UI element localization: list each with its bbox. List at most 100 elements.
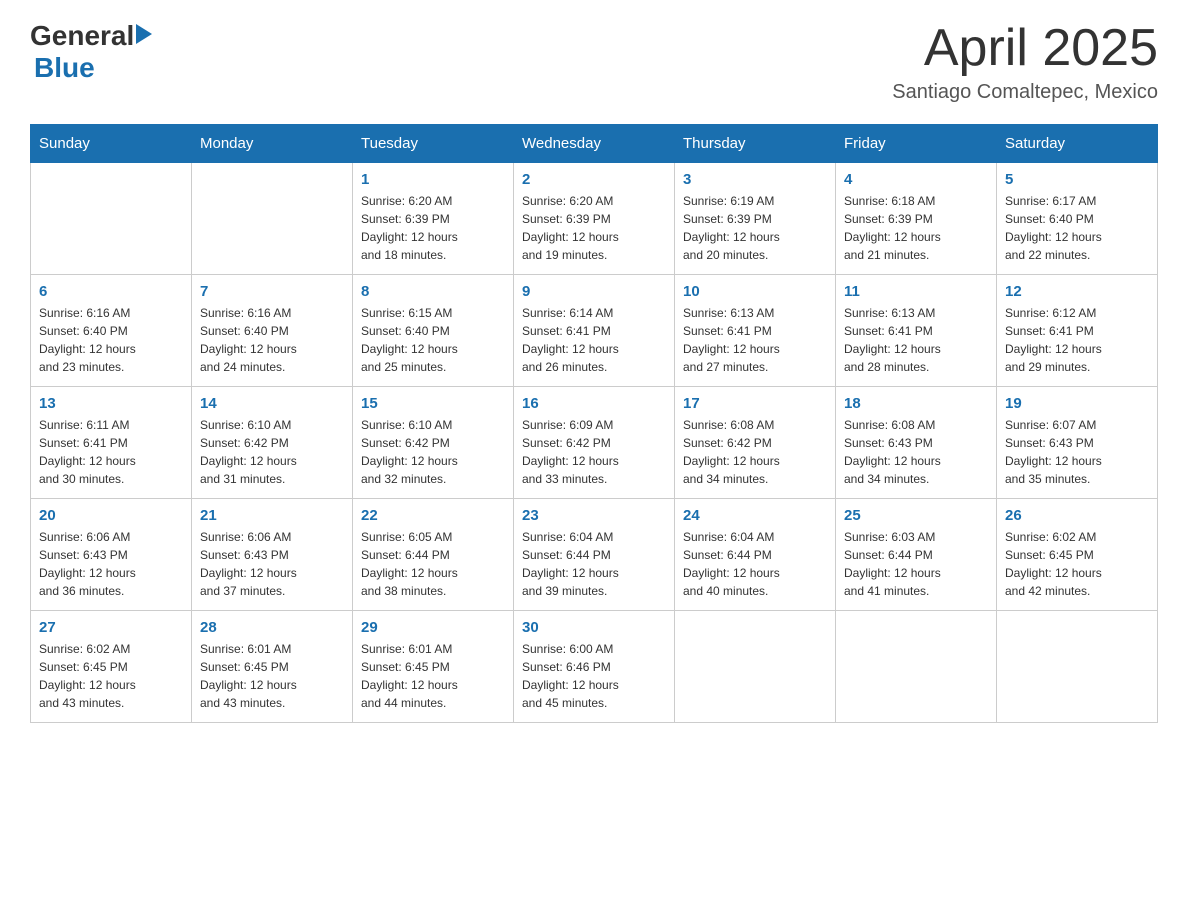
day-info: Sunrise: 6:04 AM Sunset: 6:44 PM Dayligh… <box>683 528 827 600</box>
calendar-week-5: 27 Sunrise: 6:02 AM Sunset: 6:45 PM Dayli… <box>31 611 1158 723</box>
calendar-cell: 25 Sunrise: 6:03 AM Sunset: 6:44 PM Dayli… <box>836 499 997 611</box>
day-info: Sunrise: 6:06 AM Sunset: 6:43 PM Dayligh… <box>200 528 344 600</box>
calendar-cell: 3 Sunrise: 6:19 AM Sunset: 6:39 PM Daylig… <box>675 163 836 275</box>
day-info: Sunrise: 6:06 AM Sunset: 6:43 PM Dayligh… <box>39 528 183 600</box>
calendar-header-tuesday: Tuesday <box>353 125 514 163</box>
calendar-cell: 27 Sunrise: 6:02 AM Sunset: 6:45 PM Dayli… <box>31 611 192 723</box>
month-year-title: April 2025 <box>892 20 1158 77</box>
day-info: Sunrise: 6:13 AM Sunset: 6:41 PM Dayligh… <box>844 304 988 376</box>
calendar-cell: 10Sunrise: 6:13 AM Sunset: 6:41 PM Dayli… <box>675 275 836 387</box>
title-block: April 2025 Santiago Comaltepec, Mexico <box>892 20 1158 104</box>
day-number: 28 <box>200 619 344 636</box>
day-info: Sunrise: 6:03 AM Sunset: 6:44 PM Dayligh… <box>844 528 988 600</box>
day-number: 16 <box>522 395 666 412</box>
logo-blue-text: Blue <box>34 52 95 84</box>
calendar-cell <box>31 163 192 275</box>
calendar-header-row: SundayMondayTuesdayWednesdayThursdayFrid… <box>31 125 1158 163</box>
day-info: Sunrise: 6:10 AM Sunset: 6:42 PM Dayligh… <box>361 416 505 488</box>
day-number: 10 <box>683 283 827 300</box>
day-number: 9 <box>522 283 666 300</box>
day-number: 22 <box>361 507 505 524</box>
day-info: Sunrise: 6:14 AM Sunset: 6:41 PM Dayligh… <box>522 304 666 376</box>
day-info: Sunrise: 6:08 AM Sunset: 6:43 PM Dayligh… <box>844 416 988 488</box>
calendar-cell: 12 Sunrise: 6:12 AM Sunset: 6:41 PM Dayli… <box>997 275 1158 387</box>
day-info: Sunrise: 6:11 AM Sunset: 6:41 PM Dayligh… <box>39 416 183 488</box>
calendar-cell: 20 Sunrise: 6:06 AM Sunset: 6:43 PM Dayli… <box>31 499 192 611</box>
calendar-cell: 15 Sunrise: 6:10 AM Sunset: 6:42 PM Dayli… <box>353 387 514 499</box>
calendar-header-monday: Monday <box>192 125 353 163</box>
calendar-week-4: 20 Sunrise: 6:06 AM Sunset: 6:43 PM Dayli… <box>31 499 1158 611</box>
day-number: 27 <box>39 619 183 636</box>
day-info: Sunrise: 6:16 AM Sunset: 6:40 PM Dayligh… <box>39 304 183 376</box>
day-info: Sunrise: 6:02 AM Sunset: 6:45 PM Dayligh… <box>1005 528 1149 600</box>
calendar-cell: 21Sunrise: 6:06 AM Sunset: 6:43 PM Dayli… <box>192 499 353 611</box>
day-number: 30 <box>522 619 666 636</box>
calendar-cell: 6 Sunrise: 6:16 AM Sunset: 6:40 PM Daylig… <box>31 275 192 387</box>
day-info: Sunrise: 6:15 AM Sunset: 6:40 PM Dayligh… <box>361 304 505 376</box>
page-header: General Blue April 2025 Santiago Comalte… <box>30 20 1158 104</box>
calendar-table: SundayMondayTuesdayWednesdayThursdayFrid… <box>30 124 1158 723</box>
day-info: Sunrise: 6:02 AM Sunset: 6:45 PM Dayligh… <box>39 640 183 712</box>
day-number: 20 <box>39 507 183 524</box>
calendar-cell: 28 Sunrise: 6:01 AM Sunset: 6:45 PM Dayli… <box>192 611 353 723</box>
logo-general-text: General <box>30 20 134 52</box>
calendar-cell: 17 Sunrise: 6:08 AM Sunset: 6:42 PM Dayli… <box>675 387 836 499</box>
day-number: 3 <box>683 171 827 188</box>
calendar-cell: 4Sunrise: 6:18 AM Sunset: 6:39 PM Daylig… <box>836 163 997 275</box>
day-info: Sunrise: 6:12 AM Sunset: 6:41 PM Dayligh… <box>1005 304 1149 376</box>
day-info: Sunrise: 6:05 AM Sunset: 6:44 PM Dayligh… <box>361 528 505 600</box>
calendar-cell: 23Sunrise: 6:04 AM Sunset: 6:44 PM Dayli… <box>514 499 675 611</box>
day-info: Sunrise: 6:07 AM Sunset: 6:43 PM Dayligh… <box>1005 416 1149 488</box>
day-number: 11 <box>844 283 988 300</box>
day-info: Sunrise: 6:20 AM Sunset: 6:39 PM Dayligh… <box>361 192 505 264</box>
day-number: 2 <box>522 171 666 188</box>
calendar-week-1: 1Sunrise: 6:20 AM Sunset: 6:39 PM Daylig… <box>31 163 1158 275</box>
calendar-cell: 18 Sunrise: 6:08 AM Sunset: 6:43 PM Dayli… <box>836 387 997 499</box>
day-info: Sunrise: 6:09 AM Sunset: 6:42 PM Dayligh… <box>522 416 666 488</box>
calendar-header-saturday: Saturday <box>997 125 1158 163</box>
day-number: 14 <box>200 395 344 412</box>
calendar-cell: 13 Sunrise: 6:11 AM Sunset: 6:41 PM Dayli… <box>31 387 192 499</box>
calendar-cell: 2Sunrise: 6:20 AM Sunset: 6:39 PM Daylig… <box>514 163 675 275</box>
logo: General Blue <box>30 20 152 84</box>
day-number: 4 <box>844 171 988 188</box>
calendar-cell <box>836 611 997 723</box>
day-number: 25 <box>844 507 988 524</box>
day-info: Sunrise: 6:04 AM Sunset: 6:44 PM Dayligh… <box>522 528 666 600</box>
calendar-header-friday: Friday <box>836 125 997 163</box>
calendar-cell: 29 Sunrise: 6:01 AM Sunset: 6:45 PM Dayli… <box>353 611 514 723</box>
calendar-cell: 30Sunrise: 6:00 AM Sunset: 6:46 PM Dayli… <box>514 611 675 723</box>
calendar-header-wednesday: Wednesday <box>514 125 675 163</box>
day-number: 29 <box>361 619 505 636</box>
calendar-cell: 5Sunrise: 6:17 AM Sunset: 6:40 PM Daylig… <box>997 163 1158 275</box>
calendar-header-thursday: Thursday <box>675 125 836 163</box>
day-number: 6 <box>39 283 183 300</box>
calendar-cell: 11 Sunrise: 6:13 AM Sunset: 6:41 PM Dayli… <box>836 275 997 387</box>
location-subtitle: Santiago Comaltepec, Mexico <box>892 81 1158 104</box>
calendar-cell <box>192 163 353 275</box>
calendar-cell: 19 Sunrise: 6:07 AM Sunset: 6:43 PM Dayli… <box>997 387 1158 499</box>
day-info: Sunrise: 6:08 AM Sunset: 6:42 PM Dayligh… <box>683 416 827 488</box>
day-number: 13 <box>39 395 183 412</box>
day-info: Sunrise: 6:10 AM Sunset: 6:42 PM Dayligh… <box>200 416 344 488</box>
day-number: 17 <box>683 395 827 412</box>
day-number: 18 <box>844 395 988 412</box>
calendar-header-sunday: Sunday <box>31 125 192 163</box>
calendar-cell: 7Sunrise: 6:16 AM Sunset: 6:40 PM Daylig… <box>192 275 353 387</box>
day-number: 12 <box>1005 283 1149 300</box>
calendar-week-3: 13 Sunrise: 6:11 AM Sunset: 6:41 PM Dayli… <box>31 387 1158 499</box>
day-number: 26 <box>1005 507 1149 524</box>
day-number: 24 <box>683 507 827 524</box>
day-info: Sunrise: 6:01 AM Sunset: 6:45 PM Dayligh… <box>200 640 344 712</box>
calendar-cell: 26 Sunrise: 6:02 AM Sunset: 6:45 PM Dayli… <box>997 499 1158 611</box>
day-info: Sunrise: 6:01 AM Sunset: 6:45 PM Dayligh… <box>361 640 505 712</box>
day-number: 8 <box>361 283 505 300</box>
day-info: Sunrise: 6:19 AM Sunset: 6:39 PM Dayligh… <box>683 192 827 264</box>
calendar-cell: 24 Sunrise: 6:04 AM Sunset: 6:44 PM Dayli… <box>675 499 836 611</box>
day-number: 19 <box>1005 395 1149 412</box>
day-number: 7 <box>200 283 344 300</box>
calendar-cell: 8 Sunrise: 6:15 AM Sunset: 6:40 PM Daylig… <box>353 275 514 387</box>
calendar-cell <box>997 611 1158 723</box>
calendar-cell <box>675 611 836 723</box>
day-number: 15 <box>361 395 505 412</box>
